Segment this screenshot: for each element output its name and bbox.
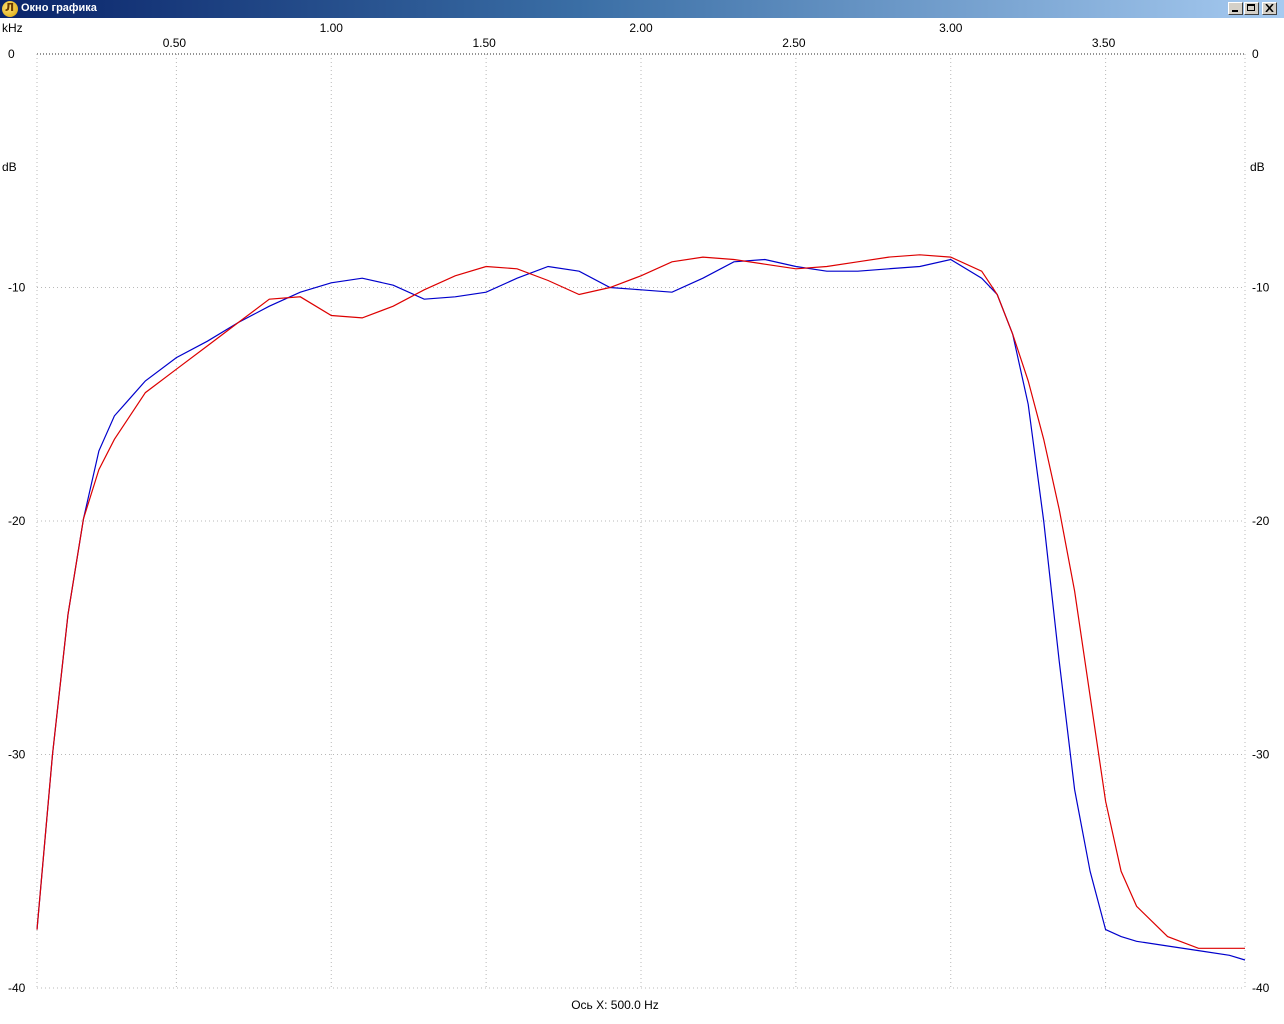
y-tick-label-left: -30 <box>8 748 26 762</box>
y-tick-label-left: 0 <box>8 47 15 61</box>
frequency-response-chart: kHz dB dB 1.00 2.00 3.00 0.50 1.50 2.50 3.50 0 0 -10… <box>2 21 1270 1012</box>
window-title: Окно графика <box>21 2 97 14</box>
x-axis-title: Ось X: 500.0 Hz <box>571 998 659 1012</box>
maximize-icon[interactable] <box>1244 2 1259 15</box>
y-tick-label-right: -30 <box>1252 748 1270 762</box>
x-tick-label: 1.50 <box>472 36 496 50</box>
x-unit-label: kHz <box>2 21 23 35</box>
title-bar: Л Окно графика <box>0 0 1284 18</box>
plot-app-icon: Л <box>2 1 18 17</box>
close-icon[interactable] <box>1262 2 1277 15</box>
y-tick-label-right: 0 <box>1252 47 1259 61</box>
y-unit-label-left: dB <box>2 160 17 174</box>
minimize-icon[interactable] <box>1228 2 1243 15</box>
y-tick-label-left: -40 <box>8 981 26 995</box>
y-tick-label-left: -10 <box>8 281 26 295</box>
y-tick-label-right: -10 <box>1252 281 1270 295</box>
x-tick-label: 2.00 <box>629 21 653 35</box>
x-tick-label: 3.50 <box>1092 36 1116 50</box>
x-tick-label: 2.50 <box>782 36 806 50</box>
x-tick-label: 1.00 <box>320 21 344 35</box>
y-unit-label-right: dB <box>1250 160 1265 174</box>
x-tick-label: 3.00 <box>939 21 963 35</box>
y-tick-label-left: -20 <box>8 514 26 528</box>
y-tick-label-right: -40 <box>1252 981 1270 995</box>
x-tick-label: 0.50 <box>163 36 187 50</box>
y-tick-label-right: -20 <box>1252 514 1270 528</box>
